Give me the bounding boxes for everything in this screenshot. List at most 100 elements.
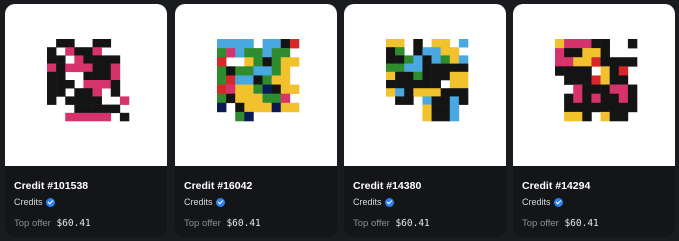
- pixel-cell: [440, 55, 451, 64]
- pixel-cell: [431, 88, 441, 97]
- collection-name: Credits: [14, 197, 43, 207]
- nft-card[interactable]: Credit #16042 Credits Top offer $60.41: [175, 4, 337, 237]
- pixel-cell: [217, 84, 227, 94]
- nft-artwork-image[interactable]: [175, 4, 337, 166]
- pixel-cell: [458, 80, 469, 89]
- pixel-cell: [226, 93, 236, 104]
- pixel-cell: [395, 47, 405, 56]
- pixel-cell: [413, 47, 423, 56]
- top-offer-price: $60.41: [395, 218, 430, 229]
- collection-name: Credits: [522, 197, 551, 207]
- pixel-cell: [386, 63, 396, 73]
- pixel-cell: [226, 39, 236, 49]
- verified-badge-icon: [553, 197, 563, 207]
- card-title[interactable]: Credit #14294: [522, 180, 590, 192]
- pixel-cell: [262, 93, 272, 104]
- pixel-cell: [226, 84, 236, 94]
- top-offer-label: Top offer: [353, 218, 390, 229]
- pixel-cell: [226, 75, 236, 85]
- pixel-cell: [262, 102, 272, 113]
- collection-row[interactable]: Credits: [353, 197, 394, 207]
- pixel-cell: [101, 71, 112, 81]
- nft-card[interactable]: Credit #14380 Credits Top offer $60.41: [344, 4, 506, 237]
- pixel-cell: [449, 80, 460, 89]
- pixel-cell: [618, 93, 629, 104]
- pixel-cell: [395, 39, 405, 48]
- collection-row[interactable]: Credits: [522, 197, 563, 207]
- nft-artwork-image[interactable]: [5, 4, 167, 166]
- pixel-cell: [271, 39, 282, 49]
- pixel-cell: [591, 48, 601, 58]
- pixel-cell: [110, 71, 121, 81]
- pixel-cell: [386, 80, 396, 89]
- pixel-cell: [56, 55, 66, 64]
- nft-card[interactable]: Credit #14294 Credits Top offer $60.41: [513, 4, 675, 237]
- card-title[interactable]: Credit #14380: [353, 180, 421, 192]
- pixel-cell: [289, 39, 300, 49]
- verified-badge-icon: [215, 197, 225, 207]
- pixel-cell: [404, 71, 414, 81]
- pixel-cell: [395, 71, 405, 81]
- pixel-cell: [271, 93, 282, 104]
- pixel-cell: [582, 84, 592, 94]
- pixel-cell: [440, 71, 451, 81]
- pixel-cell: [217, 66, 227, 76]
- top-offer-label: Top offer: [184, 218, 221, 229]
- pixel-cell: [564, 57, 574, 67]
- pixel-cell: [609, 102, 620, 113]
- pixel-cell: [280, 93, 291, 104]
- top-offer-row: Top offer $60.41: [522, 218, 599, 229]
- nft-card[interactable]: Credit #101538 Credits Top offer $60.41: [5, 4, 167, 237]
- pixel-cell: [458, 96, 469, 105]
- pixel-cell: [56, 39, 66, 48]
- pixel-cell: [217, 93, 227, 104]
- pixel-cell: [449, 71, 460, 81]
- pixel-cell: [609, 111, 620, 122]
- pixel-cell: [271, 102, 282, 113]
- pixel-cell: [92, 39, 102, 48]
- pixel-cell: [404, 63, 414, 73]
- pixel-cell: [618, 57, 629, 67]
- pixel-cell: [217, 39, 227, 49]
- pixel-cell: [609, 66, 620, 76]
- pixel-cell: [74, 104, 84, 114]
- pixel-cell: [244, 102, 254, 113]
- pixel-cell: [74, 63, 84, 73]
- pixel-cell: [217, 75, 227, 85]
- pixel-cell: [262, 84, 272, 94]
- pixel-cell: [83, 55, 93, 64]
- card-title[interactable]: Credit #16042: [184, 180, 252, 192]
- collection-row[interactable]: Credits: [14, 197, 55, 207]
- pixel-cell: [422, 104, 432, 114]
- pixel-cell: [83, 96, 93, 105]
- pixel-cell: [65, 96, 75, 105]
- pixel-cell: [431, 55, 441, 64]
- pixel-cell: [395, 55, 405, 64]
- pixel-cell: [83, 71, 93, 81]
- pixel-cell: [101, 112, 112, 122]
- pixel-cell: [404, 96, 414, 105]
- pixel-cell: [217, 102, 227, 113]
- pixel-cell: [449, 104, 460, 114]
- top-offer-label: Top offer: [14, 218, 51, 229]
- card-info: Credit #14380 Credits Top offer $60.41: [344, 166, 506, 237]
- pixel-cell: [289, 57, 300, 67]
- card-title[interactable]: Credit #101538: [14, 180, 88, 192]
- pixel-cell: [83, 47, 93, 56]
- pixel-cell: [555, 48, 565, 58]
- pixel-cell: [422, 96, 432, 105]
- top-offer-price: $60.41: [564, 218, 599, 229]
- pixel-cell: [119, 112, 130, 122]
- nft-artwork-image[interactable]: [344, 4, 506, 166]
- pixel-cell: [262, 75, 272, 85]
- pixel-cell: [582, 39, 592, 49]
- pixel-cell: [235, 39, 245, 49]
- top-offer-row: Top offer $60.41: [184, 218, 261, 229]
- pixel-cell: [600, 57, 610, 67]
- pixel-cell: [573, 93, 583, 104]
- pixel-cell: [235, 102, 245, 113]
- nft-artwork-image[interactable]: [513, 4, 675, 166]
- pixel-cell: [582, 111, 592, 122]
- pixel-cell: [244, 111, 254, 122]
- collection-row[interactable]: Credits: [184, 197, 225, 207]
